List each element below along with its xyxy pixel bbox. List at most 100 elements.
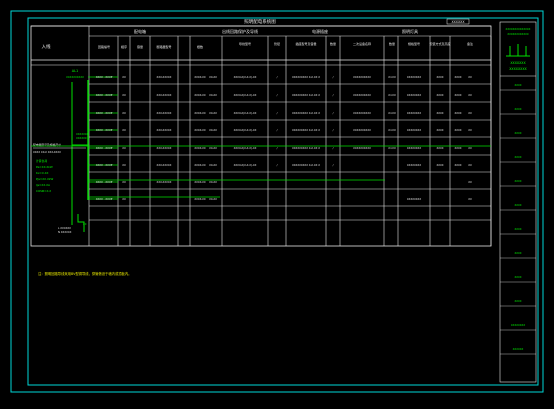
load-calculation: 计算负荷 Pe=XX.XkW Kx=X.XX Pjs=XX.XkW Ijs=XX.XA C… <box>36 159 54 193</box>
cell-br: XXXX-XX <box>194 163 206 167</box>
cell-lq: X×XX <box>388 128 396 132</box>
cell-ph: XX <box>122 128 126 132</box>
cell-loop: XXXX - XXXP <box>96 146 113 150</box>
cell-sock: XXXXXXXXX X-X.XX X <box>292 111 320 115</box>
cell-sq: / <box>333 75 334 79</box>
calc-line: Pe=XX.XkW <box>36 165 53 169</box>
title-block-field: XXXXXXXX <box>511 323 525 327</box>
title-block-field: XXXX <box>514 299 521 303</box>
cell-wire: XXXX-X(X-X.X)-XX <box>234 111 257 115</box>
cell-pipe: / <box>277 146 278 150</box>
cell-dq: XXXX <box>436 146 443 150</box>
cell-rem: XX <box>468 180 472 184</box>
title-block-field: XXXX <box>514 107 521 111</box>
cell-ph: XX <box>122 197 126 201</box>
cell-dq: XXXX <box>436 128 443 132</box>
cell-loop: XXXX - XXXP <box>96 75 113 79</box>
title-block-field: XXXX <box>514 83 521 87</box>
bus-label: XXXXXXX <box>76 132 89 136</box>
cell-wc: XX-XX <box>209 93 217 97</box>
bottom-row-1: N XXXXXX <box>58 230 72 234</box>
cell-pw: XXX-XXXXX <box>157 111 172 115</box>
cell-sq: / <box>333 128 334 132</box>
cell-sq: / <box>333 93 334 97</box>
cell-wc: XX-XX <box>209 180 217 184</box>
cell-ph: XX <box>122 146 126 150</box>
header-socket-qty: 数量 <box>330 41 336 46</box>
title-block-line-0: XXXXXXXXXXXXXX <box>506 27 531 31</box>
cell-wire: XXXX-X(X-X.X)-XX <box>234 146 257 150</box>
header-socket-type: 插座型号及容量 <box>295 41 316 46</box>
header-group-panel: 配电箱 <box>134 28 146 34</box>
header-remark: 备注 <box>467 41 473 46</box>
title-block-field: XXXX <box>514 275 521 279</box>
cell-ph: XX <box>122 163 126 167</box>
company-name-0: XXXXXXX <box>510 61 526 65</box>
cell-pipe: / <box>277 75 278 79</box>
header-dev-spec: 规格型号 <box>408 41 420 46</box>
header-group-lighting: 照明灯具 <box>402 28 418 34</box>
bottom-row-0: L XXXXXX <box>58 226 71 230</box>
cell-pw: XXX-XXXXX <box>157 75 172 79</box>
cell-lamp: XXXXXXXXXX <box>353 75 371 79</box>
cell-rem: XX <box>468 146 472 150</box>
cell-ph: XX <box>122 180 126 184</box>
bottom-note: 注：照明回路导线采用BV型铜导线，穿管敷设于墙内或顶板内。 <box>38 271 131 276</box>
cell-spec: XXXX <box>454 163 461 167</box>
cell-loop: XXXX - XXXP <box>96 163 113 167</box>
header-loop: 回路编号 <box>98 44 110 49</box>
cell-dq: XXXX <box>436 93 443 97</box>
electrical-distribution-diagram: 照明配电系统图 XXXXXX 入线 配电箱 出线回路保护及导线 电源插座 照明灯… <box>10 10 544 393</box>
cell-sock: XXXXXXXXX X-X.XX X <box>292 163 320 167</box>
cell-loop: XXXX - XXXP <box>96 180 113 184</box>
box-model: XXXX XX-X XXX-XXXX <box>33 150 61 154</box>
cell-loop: XXXX - XXXP <box>96 128 113 132</box>
cell-spec: XXXX <box>454 111 461 115</box>
cell-ph: XX <box>122 93 126 97</box>
cell-spec: XXXX <box>454 75 461 79</box>
title-block-field: XXXX <box>514 251 521 255</box>
table-header: 入线 配电箱 出线回路保护及导线 电源插座 照明灯具 回路编号 相序 容量 断路… <box>42 28 474 50</box>
cell-wire: XXXX-X(X-X.X)-XX <box>234 163 257 167</box>
cell-rem: XX <box>468 111 472 115</box>
cell-br: XXXX-XX <box>194 197 206 201</box>
header-dev-install: 安装方式及高度 <box>429 41 450 46</box>
cell-loop: XXXX - XXXP <box>96 93 113 97</box>
cell-lq: X×XX <box>388 75 396 79</box>
cell-br: XXXX-XX <box>194 180 206 184</box>
calc-line: Pjs=XX.XkW <box>36 177 54 181</box>
table-row-lines <box>89 83 491 221</box>
title-block: XXXXXXXXXXXXXX XXXXXXXXXXXX XXXXXXX XXXX… <box>499 21 537 383</box>
cell-dev: XXXXXXXX <box>407 111 421 115</box>
cell-sq: / <box>333 146 334 150</box>
cell-br: XXXX-XX <box>194 93 206 97</box>
cell-dev: XXXXXXXX <box>407 93 421 97</box>
cell-sock: XXXXXXXXX X-X.XX X <box>292 128 320 132</box>
cell-spec: XXXX <box>454 128 461 132</box>
inner-frame <box>27 17 539 386</box>
header-phase: 相序 <box>121 44 127 49</box>
cell-dev: XXXXXXXX <box>407 197 421 201</box>
cell-pw: XXX-XXXXX <box>157 146 172 150</box>
header-dev-qty: 数量 <box>389 41 395 46</box>
bottom-label: XX <box>83 222 87 226</box>
cell-sock: XXXXXXXXX X-X.XX X <box>292 93 320 97</box>
cell-lamp: XXXXXXXXXX <box>353 146 371 150</box>
cell-wc: XX-XX <box>209 75 217 79</box>
cell-pipe: / <box>277 93 278 97</box>
table-outline <box>30 25 492 247</box>
cell-rem: XX <box>468 163 472 167</box>
cell-pw: XXX-XXXXX <box>157 163 172 167</box>
cell-pw: XXX-XXXXX <box>157 128 172 132</box>
cell-dq: XXXX <box>436 111 443 115</box>
title-block-field: XXXX <box>514 131 521 135</box>
cell-lamp: XXXXXXXXXX <box>353 128 371 132</box>
cell-sock: XXXXXXXXX X-X.XX X <box>292 75 320 79</box>
cell-wire: XXXX-X(X-X.X)-XX <box>234 75 257 79</box>
title-block-line-1: XXXXXXXXXXXX <box>507 32 529 36</box>
panel-top-sub: XXXXXXXXXX <box>66 75 84 79</box>
cell-spec: XXXX <box>454 93 461 97</box>
cell-rem: XX <box>468 197 472 201</box>
cell-loop: XXXX - XXXP <box>96 197 113 201</box>
cell-sq: / <box>333 111 334 115</box>
